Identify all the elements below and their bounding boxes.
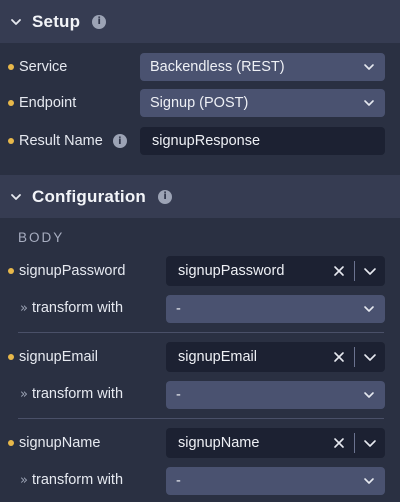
transform-label-wrap: » transform with — [20, 386, 123, 402]
configuration-title: Configuration — [32, 186, 147, 206]
endpoint-row: Endpoint Signup (POST) — [8, 89, 385, 117]
transform-label: transform with — [31, 472, 124, 488]
result-name-row: Result Name i signupResponse — [8, 127, 385, 155]
setup-title: Setup — [32, 11, 81, 31]
transform-row: » transform with - — [8, 295, 385, 323]
result-name-label: Result Name — [19, 133, 103, 149]
body-field: signupName signupName — [8, 428, 385, 458]
field-divider — [18, 332, 384, 333]
service-row: Service Backendless (REST) — [8, 53, 385, 81]
chevron-down-icon — [364, 478, 374, 484]
required-dot — [8, 100, 14, 106]
info-icon[interactable]: i — [92, 14, 107, 29]
required-dot — [8, 354, 14, 360]
chevron-down-icon[interactable] — [363, 265, 377, 277]
setup-section-header[interactable]: Setup i — [0, 0, 400, 43]
chevron-down-icon[interactable] — [363, 351, 377, 363]
chevron-down-icon — [364, 64, 374, 70]
transform-label-wrap: » transform with — [20, 472, 123, 488]
field-value: signupEmail — [178, 349, 257, 365]
chevron-down-icon[interactable] — [10, 191, 22, 203]
properties-panel: Setup i Service Backendless (REST) Endpo… — [0, 0, 400, 502]
close-icon[interactable] — [333, 351, 345, 363]
transform-label: transform with — [31, 386, 124, 402]
endpoint-label: Endpoint — [19, 95, 77, 111]
chevron-down-icon[interactable] — [10, 16, 22, 28]
field-label: signupEmail — [19, 349, 98, 365]
field-label: signupPassword — [19, 263, 126, 279]
field-value-combo[interactable]: signupPassword — [166, 256, 385, 286]
double-chevron-right-icon: » — [20, 300, 28, 316]
double-chevron-right-icon: » — [20, 386, 28, 402]
transform-label-wrap: » transform with — [20, 300, 123, 316]
field-label: signupName — [19, 435, 101, 451]
transform-label: transform with — [31, 300, 124, 316]
service-label: Service — [19, 59, 68, 75]
transform-value: - — [176, 301, 181, 317]
transform-select[interactable]: - — [166, 467, 385, 495]
required-dot — [8, 138, 14, 144]
chevron-down-icon — [364, 392, 374, 398]
body-field: signupPassword signupPassword — [8, 256, 385, 286]
service-select[interactable]: Backendless (REST) — [140, 53, 385, 81]
required-dot — [8, 268, 14, 274]
endpoint-select[interactable]: Signup (POST) — [140, 89, 385, 117]
close-icon[interactable] — [333, 437, 345, 449]
endpoint-value: Signup (POST) — [150, 95, 249, 111]
info-icon[interactable]: i — [158, 189, 173, 204]
double-chevron-right-icon: » — [20, 472, 28, 488]
chevron-down-icon — [364, 306, 374, 312]
info-icon[interactable]: i — [112, 134, 127, 148]
required-dot — [8, 64, 14, 70]
transform-value: - — [176, 473, 181, 489]
divider — [354, 261, 355, 281]
transform-row: » transform with - — [8, 381, 385, 409]
chevron-down-icon[interactable] — [363, 437, 377, 449]
field-value: signupName — [178, 435, 260, 451]
close-icon[interactable] — [333, 265, 345, 277]
field-value-combo[interactable]: signupEmail — [166, 342, 385, 372]
divider — [354, 347, 355, 367]
service-value: Backendless (REST) — [150, 59, 285, 75]
required-dot — [8, 440, 14, 446]
divider — [354, 433, 355, 453]
result-name-input[interactable]: signupResponse — [140, 127, 385, 155]
result-name-value: signupResponse — [152, 133, 261, 149]
body-field: signupEmail signupEmail — [8, 342, 385, 372]
transform-value: - — [176, 387, 181, 403]
transform-select[interactable]: - — [166, 295, 385, 323]
chevron-down-icon — [364, 100, 374, 106]
transform-select[interactable]: - — [166, 381, 385, 409]
configuration-section-header[interactable]: Configuration i — [0, 175, 400, 218]
field-value: signupPassword — [178, 263, 285, 279]
field-divider — [18, 418, 384, 419]
transform-row: » transform with - — [8, 467, 385, 495]
field-value-combo[interactable]: signupName — [166, 428, 385, 458]
body-caption: BODY — [18, 230, 65, 245]
